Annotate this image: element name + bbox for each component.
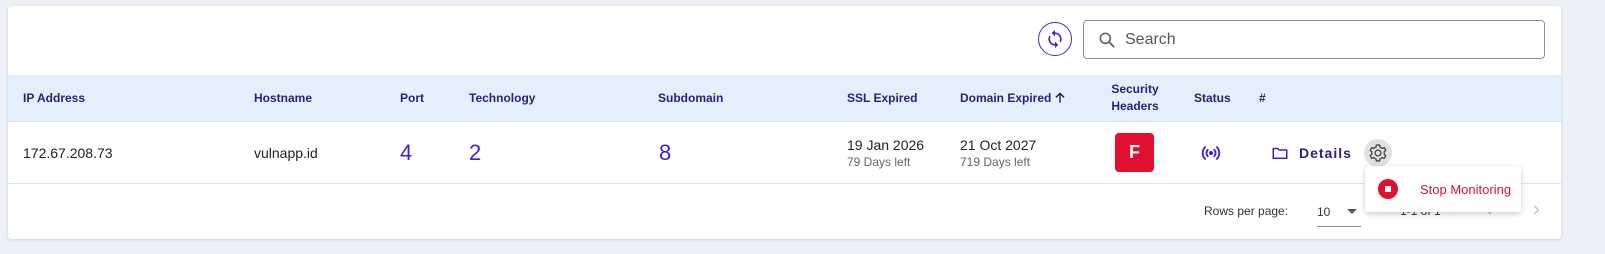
rows-per-page-value: 10 — [1317, 205, 1331, 219]
column-header-status[interactable]: Status — [1194, 75, 1231, 121]
cell-ip: 172.67.208.73 — [23, 144, 113, 161]
cell-security-headers: F — [1115, 122, 1154, 183]
ssl-expiry-date: 19 Jan 2026 — [847, 136, 925, 153]
column-header-ip[interactable]: IP Address — [23, 75, 85, 121]
column-header-domain-expired[interactable]: Domain Expired — [960, 75, 1067, 121]
next-page-button[interactable] — [1528, 202, 1544, 218]
rows-per-page-select[interactable]: 10 — [1317, 198, 1361, 227]
settings-button[interactable] — [1364, 138, 1392, 167]
column-header-ssl-expired[interactable]: SSL Expired — [847, 75, 917, 121]
details-label: Details — [1299, 144, 1352, 161]
refresh-button[interactable] — [1038, 22, 1072, 56]
arrow-up-icon — [1055, 92, 1065, 103]
refresh-icon — [1048, 29, 1062, 49]
technology-count-link[interactable]: 2 — [469, 122, 481, 183]
security-grade-badge[interactable]: F — [1115, 133, 1154, 172]
gear-icon — [1369, 143, 1387, 162]
broadcast-icon — [1201, 145, 1221, 160]
column-header-security-headers[interactable]: Security Headers — [1111, 75, 1159, 121]
stop-icon — [1378, 179, 1398, 199]
column-header-hostname[interactable]: Hostname — [254, 75, 312, 121]
column-header-port[interactable]: Port — [400, 75, 424, 121]
port-count-link[interactable]: 4 — [400, 122, 412, 183]
row-actions-menu: Stop Monitoring — [1365, 166, 1521, 212]
chevron-right-icon — [1533, 205, 1540, 215]
domain-days-left: 719 Days left — [960, 154, 1031, 169]
stop-monitoring-menu-item[interactable]: Stop Monitoring — [1420, 182, 1511, 197]
table-header: IP Address Hostname Port Technology Subd… — [8, 75, 1561, 121]
cell-ssl-expired: 19 Jan 2026 79 Days left — [847, 122, 924, 183]
column-header-security-line1: Security — [1111, 82, 1159, 96]
column-header-actions: # — [1259, 90, 1266, 105]
search-input[interactable] — [1123, 29, 1527, 50]
column-header-technology[interactable]: Technology — [469, 75, 535, 121]
domain-expiry-date: 21 Oct 2027 — [960, 136, 1037, 153]
subdomain-count-link[interactable]: 8 — [659, 122, 671, 183]
cell-status — [1200, 122, 1222, 183]
cell-actions: Details — [1271, 122, 1352, 183]
cell-domain-expired: 21 Oct 2027 719 Days left — [960, 122, 1036, 183]
folder-icon — [1272, 147, 1288, 159]
chevron-down-icon — [1347, 209, 1357, 214]
table-row: 172.67.208.73 vulnapp.id 4 2 8 19 Jan 20… — [8, 121, 1561, 184]
ssl-days-left: 79 Days left — [847, 154, 911, 169]
cell-hostname: vulnapp.id — [254, 144, 318, 161]
column-header-domain-expired-label: Domain Expired — [960, 90, 1052, 105]
column-header-security-line2: Headers — [1111, 99, 1159, 113]
details-button[interactable]: Details — [1271, 144, 1352, 162]
column-header-subdomain[interactable]: Subdomain — [658, 75, 723, 121]
search-icon — [1097, 30, 1117, 50]
rows-per-page-label: Rows per page: — [1204, 204, 1289, 218]
search-field[interactable] — [1083, 20, 1545, 59]
